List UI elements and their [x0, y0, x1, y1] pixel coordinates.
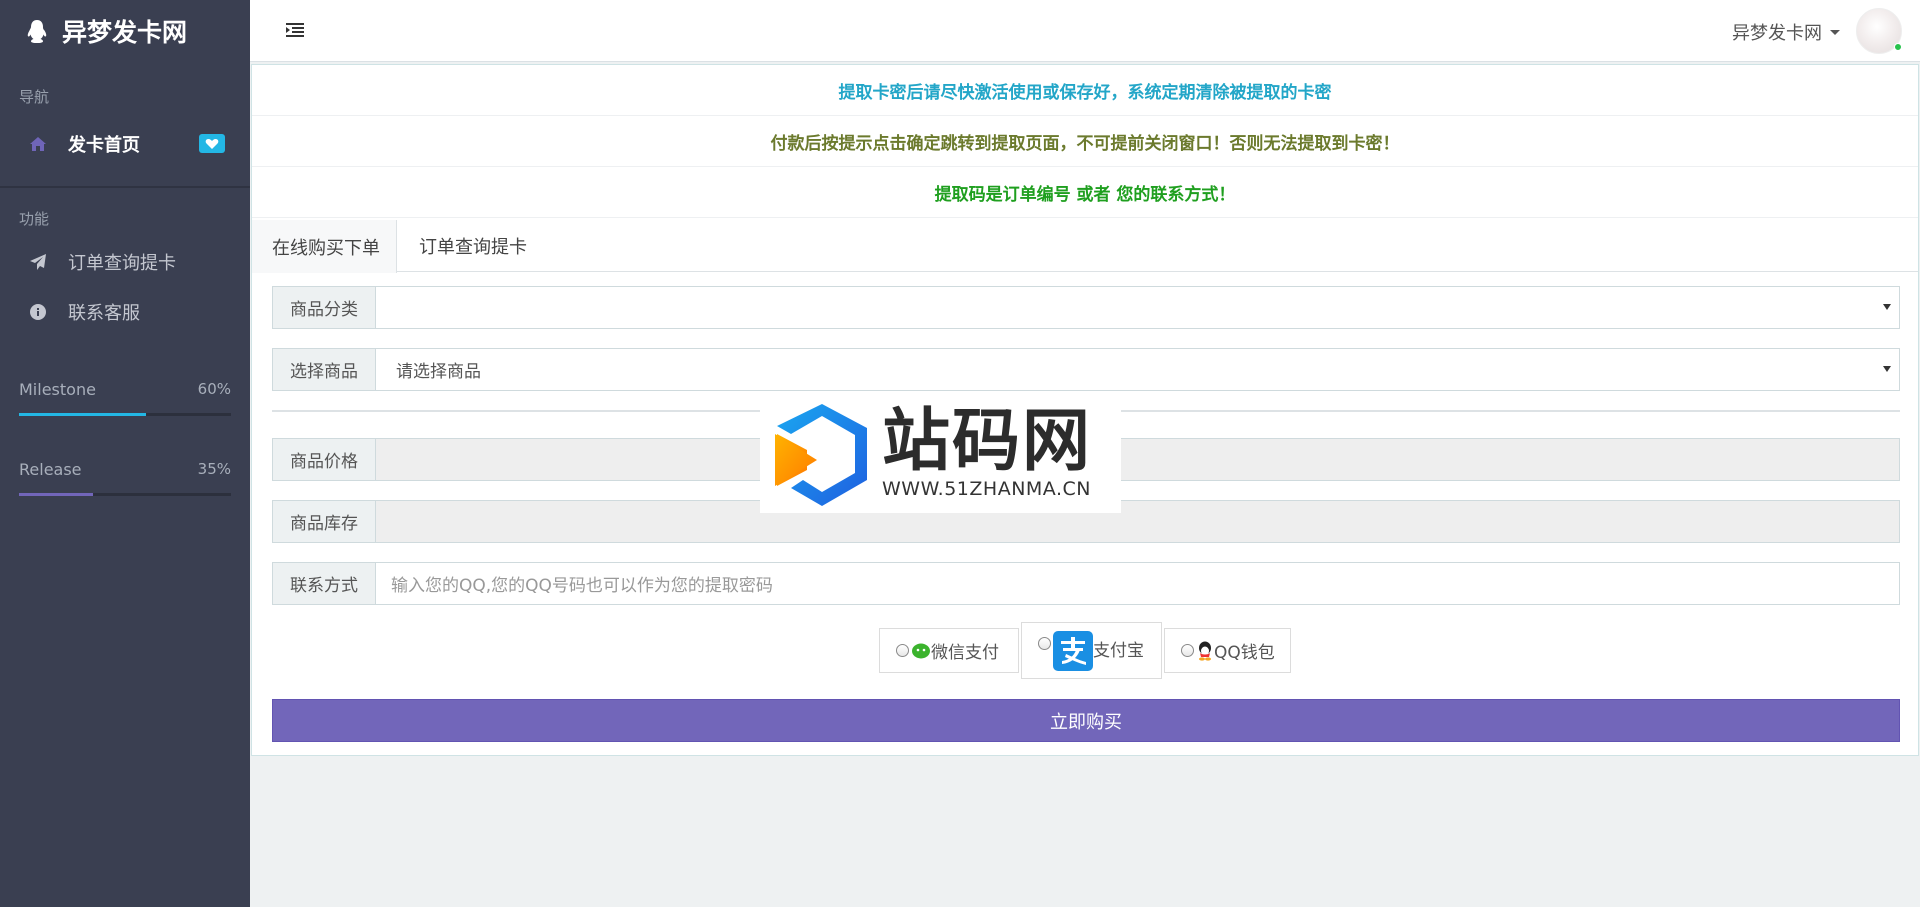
payment-options: 微信支付 支付宝 QQ钱包: [252, 622, 1918, 679]
watermark-text: 站码网: [882, 402, 1093, 481]
pay-option-label: 微信支付: [931, 643, 999, 663]
product-select[interactable]: 请选择商品: [375, 348, 1900, 391]
dropdown-arrow-icon: [1883, 366, 1891, 372]
avatar[interactable]: [1856, 8, 1902, 54]
watermark-url: WWW.51ZHANMA.CN: [882, 478, 1091, 500]
price-field: [375, 438, 1900, 481]
progress-track: [19, 493, 231, 496]
contact-label: 联系方式: [272, 562, 375, 605]
qq-penguin-icon: [27, 20, 47, 43]
progress-release: Release 35%: [0, 460, 250, 496]
alipay-radio[interactable]: [1038, 637, 1051, 650]
alipay-icon: [1053, 630, 1093, 671]
progress-track: [19, 413, 231, 416]
paper-plane-icon: [28, 252, 48, 272]
sidebar-item-label: 联系客服: [68, 303, 140, 324]
qq-wallet-icon: [1199, 641, 1211, 661]
category-select[interactable]: [375, 286, 1900, 329]
sidebar-item-label: 订单查询提卡: [68, 253, 176, 274]
sidebar: 异梦发卡网 导航 发卡首页 功能 订单查询提卡 联系客服 Milestone 6…: [0, 0, 250, 907]
stock-field: [375, 500, 1900, 543]
user-menu[interactable]: 异梦发卡网: [1732, 19, 1840, 45]
chevron-down-icon: [1830, 29, 1840, 35]
menu-toggle-icon[interactable]: [286, 22, 304, 38]
home-icon: [28, 134, 48, 154]
notice-code: 提取码是订单编号 或者 您的联系方式！: [252, 167, 1918, 218]
notice-extract: 提取卡密后请尽快激活使用或保存好，系统定期清除被提取的卡密: [252, 65, 1918, 116]
dropdown-arrow-icon: [1883, 304, 1891, 310]
sidebar-item-contact[interactable]: 联系客服: [0, 287, 250, 337]
notice-payment: 付款后按提示点击确定跳转到提取页面，不可提前关闭窗口！否则无法提取到卡密！: [252, 116, 1918, 167]
tab-buy[interactable]: 在线购买下单: [252, 220, 397, 273]
pay-option-label: 支付宝: [1093, 641, 1144, 661]
tab-query[interactable]: 订单查询提卡: [419, 220, 527, 272]
contact-input[interactable]: 输入您的QQ,您的QQ号码也可以作为您的提取密码: [375, 562, 1900, 605]
sidebar-item-label: 发卡首页: [68, 135, 140, 156]
pay-option-label: QQ钱包: [1214, 643, 1275, 663]
heart-icon: [199, 134, 225, 153]
sidebar-item-order-query[interactable]: 订单查询提卡: [0, 237, 250, 287]
progress-milestone: Milestone 60%: [0, 380, 250, 416]
product-label: 选择商品: [272, 348, 375, 391]
info-circle-icon: [28, 302, 48, 322]
progress-label: Milestone: [19, 380, 96, 399]
wechat-icon: [912, 643, 930, 658]
pay-option-qqwallet[interactable]: QQ钱包: [1164, 628, 1291, 673]
category-label: 商品分类: [272, 286, 375, 329]
watermark-logo: 站码网 WWW.51ZHANMA.CN: [760, 392, 1121, 513]
qqwallet-radio[interactable]: [1181, 644, 1194, 657]
progress-fill: [19, 493, 94, 496]
nav-heading: 导航: [19, 88, 50, 106]
category-row: 商品分类: [272, 286, 1900, 329]
user-name: 异梦发卡网: [1732, 23, 1822, 44]
topbar: 异梦发卡网: [250, 0, 1920, 62]
online-status-dot: [1894, 43, 1902, 51]
buy-now-button[interactable]: 立即购买: [272, 699, 1900, 742]
product-value: 请选择商品: [396, 362, 481, 382]
contact-placeholder: 输入您的QQ,您的QQ号码也可以作为您的提取密码: [391, 576, 773, 596]
stock-label: 商品库存: [272, 500, 375, 543]
brand[interactable]: 异梦发卡网: [0, 0, 250, 62]
contact-row: 联系方式 输入您的QQ,您的QQ号码也可以作为您的提取密码: [272, 562, 1900, 605]
sidebar-item-home[interactable]: 发卡首页: [0, 119, 250, 169]
tabs: 在线购买下单 订单查询提卡: [252, 220, 1918, 273]
play-logo-icon: [775, 404, 867, 506]
progress-percent: 60%: [197, 380, 231, 398]
brand-title: 异梦发卡网: [62, 18, 188, 47]
progress-fill: [19, 413, 147, 416]
func-heading: 功能: [19, 210, 50, 228]
product-row: 选择商品 请选择商品: [272, 348, 1900, 391]
price-label: 商品价格: [272, 438, 375, 481]
pay-option-wechat[interactable]: 微信支付: [879, 628, 1019, 673]
progress-percent: 35%: [197, 460, 231, 478]
progress-label: Release: [19, 460, 82, 479]
wechat-radio[interactable]: [896, 644, 909, 657]
pay-option-alipay[interactable]: 支付宝: [1021, 622, 1162, 679]
sidebar-divider: [0, 186, 250, 188]
